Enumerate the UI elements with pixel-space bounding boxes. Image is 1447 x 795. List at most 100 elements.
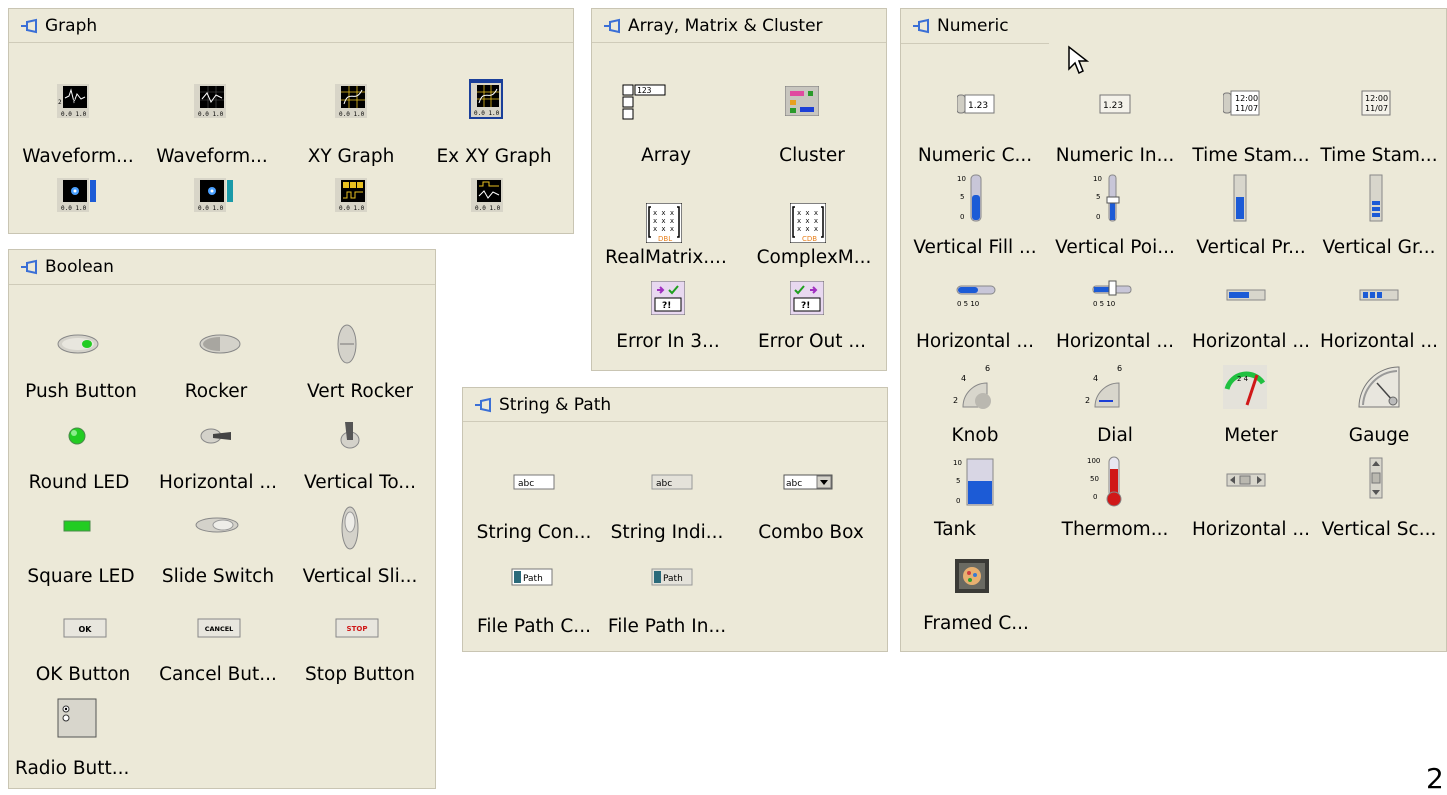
numeric-indicator-icon[interactable]: 1.23 (1099, 93, 1131, 115)
numeric-label-9: Horizontal ... (1056, 331, 1174, 352)
square-led-label: Square LED (27, 566, 135, 587)
file-path-indicator-label: File Path In... (607, 616, 727, 637)
pin-icon[interactable] (602, 18, 622, 34)
svg-text:CANCEL: CANCEL (205, 625, 234, 633)
horizontal-toggle-icon[interactable] (199, 426, 235, 446)
tank-icon[interactable]: 10 5 0 (953, 457, 995, 507)
svg-text:50: 50 (1090, 475, 1099, 483)
svg-text:0.0 1.0: 0.0 1.0 (339, 111, 365, 118)
combo-box-icon[interactable]: abc (783, 474, 833, 490)
error-in-icon[interactable]: ?! (651, 281, 685, 315)
numeric-palette: Numeric 1.23 1.23 12:00 11/07 12:00 11/0… (900, 8, 1447, 652)
framed-color-box-icon[interactable] (955, 559, 989, 593)
numeric-label-10: Horizontal ... (1192, 331, 1310, 352)
gauge-icon[interactable] (1355, 361, 1401, 409)
vertical-graduated-bar-icon[interactable] (1369, 173, 1383, 223)
svg-text:Path: Path (523, 574, 543, 584)
waveform-chart-label: Waveform... (22, 146, 134, 167)
numeric-palette-header[interactable]: Numeric (901, 9, 1446, 43)
string-control-icon[interactable]: abc (513, 474, 555, 490)
mixed-signal-graph-icon[interactable]: 0.0 1.0 (471, 178, 503, 212)
waveform-graph-icon[interactable]: 0.0 1.0 (194, 84, 226, 118)
horizontal-pointer-slide-icon[interactable]: 0 5 10 (1091, 279, 1133, 308)
slide-switch-icon[interactable] (195, 516, 239, 534)
error-out-icon[interactable]: ?! (790, 281, 824, 315)
waveform-chart-icon[interactable]: 2 1 0 0.0 1.0 (57, 84, 89, 118)
numeric-label-4: Vertical Fill ... (913, 237, 1037, 258)
square-led-icon[interactable] (63, 520, 91, 532)
digital-waveform-icon[interactable]: 0.0 1.0 (335, 178, 367, 212)
stop-button-icon[interactable]: STOP (335, 618, 379, 638)
cancel-button-icon[interactable]: CANCEL (197, 618, 241, 638)
svg-text:x x x: x x x (797, 217, 818, 225)
svg-text:11/07: 11/07 (1365, 104, 1388, 113)
error-out-label: Error Out ... (757, 331, 867, 352)
meter-icon[interactable]: 2 4 (1223, 365, 1267, 409)
vertical-progress-bar-icon[interactable] (1233, 173, 1247, 223)
cluster-icon[interactable] (785, 86, 819, 116)
vertical-slide-switch-icon[interactable] (341, 506, 359, 550)
vertical-fill-slide-icon[interactable]: 10 5 0 (957, 173, 993, 223)
string-indicator-icon[interactable]: abc (651, 474, 693, 490)
round-led-icon[interactable] (67, 426, 87, 446)
svg-text:0.0 1.0: 0.0 1.0 (61, 111, 87, 118)
combo-box-label: Combo Box (758, 522, 864, 543)
horizontal-fill-slide-icon[interactable]: 0 5 10 (955, 284, 997, 308)
svg-text:6: 6 (985, 364, 990, 373)
numeric-label-18: Horizontal ... (1192, 519, 1310, 540)
numeric-label-2: Time Stam... (1192, 145, 1310, 166)
knob-icon[interactable]: 6 4 2 (953, 361, 997, 409)
thermometer-icon[interactable]: 100 50 0 (1087, 455, 1131, 507)
boolean-palette-title: Boolean (45, 257, 114, 277)
xy-graph-icon[interactable]: 0.0 1.0 (335, 84, 367, 118)
vert-rocker-icon[interactable] (337, 324, 357, 364)
real-matrix-icon[interactable]: x x x x x x x x x DBL (646, 203, 682, 243)
pin-icon[interactable] (19, 259, 39, 275)
horizontal-scrollbar-icon[interactable] (1226, 473, 1266, 487)
horizontal-graduated-bar-icon[interactable] (1359, 289, 1399, 301)
svg-text:4: 4 (961, 374, 966, 383)
ok-button-icon[interactable]: OK (63, 618, 107, 638)
numeric-control-icon[interactable]: 1.23 (957, 93, 995, 115)
file-path-indicator-icon[interactable]: Path (651, 568, 693, 586)
time-stamp-control-icon[interactable]: 12:00 11/07 (1223, 89, 1261, 117)
vertical-toggle-icon[interactable] (339, 418, 361, 450)
file-path-control-icon[interactable]: Path (511, 568, 553, 586)
graph-palette-header[interactable]: Graph (9, 9, 573, 43)
svg-text:x x x: x x x (653, 225, 674, 233)
pin-icon[interactable] (911, 18, 931, 34)
waveform-graph-label: Waveform... (156, 146, 268, 167)
dial-icon[interactable]: 6 4 2 (1085, 361, 1129, 409)
numeric-label-6: Vertical Pr... (1196, 237, 1306, 258)
numeric-label-11: Horizontal ... (1320, 331, 1438, 352)
svg-text:1.23: 1.23 (1103, 101, 1123, 111)
array-icon[interactable]: 123 (622, 81, 666, 121)
horizontal-progress-bar-icon[interactable] (1226, 289, 1266, 301)
radio-buttons-label: Radio Butt... (15, 758, 130, 779)
pin-icon[interactable] (473, 397, 493, 413)
svg-text:0.0 1.0: 0.0 1.0 (474, 110, 500, 117)
svg-text:100: 100 (1087, 457, 1100, 465)
vertical-scrollbar-icon[interactable] (1369, 457, 1383, 499)
complex-matrix-icon[interactable]: x x x x x x x x x CDB (790, 203, 826, 243)
pin-icon[interactable] (19, 18, 39, 34)
svg-text:11/07: 11/07 (1235, 104, 1258, 113)
rocker-icon[interactable] (199, 334, 241, 354)
intensity-graph-icon[interactable]: 0.0 1.0 (194, 178, 234, 212)
intensity-chart-icon[interactable]: 0.0 1.0 (57, 178, 97, 212)
numeric-palette-title: Numeric (937, 16, 1009, 36)
svg-text:0.0 1.0: 0.0 1.0 (198, 111, 224, 118)
boolean-header-divider (9, 284, 435, 285)
boolean-palette-header[interactable]: Boolean (9, 250, 435, 284)
svg-text:abc: abc (656, 479, 672, 489)
vertical-pointer-slide-icon[interactable]: 10 5 0 (1093, 173, 1129, 223)
array-palette-header[interactable]: Array, Matrix & Cluster (592, 9, 886, 43)
time-stamp-indicator-icon[interactable]: 12:00 11/07 (1361, 89, 1391, 117)
ok-button-label: OK Button (35, 664, 131, 685)
vertical-toggle-label: Vertical To... (304, 472, 416, 493)
radio-buttons-icon[interactable] (57, 698, 97, 738)
numeric-label-7: Vertical Gr... (1322, 237, 1436, 258)
express-xy-graph-icon[interactable]: 0.0 1.0 (469, 79, 503, 119)
string-palette-header[interactable]: String & Path (463, 388, 887, 422)
push-button-icon[interactable] (57, 334, 99, 354)
